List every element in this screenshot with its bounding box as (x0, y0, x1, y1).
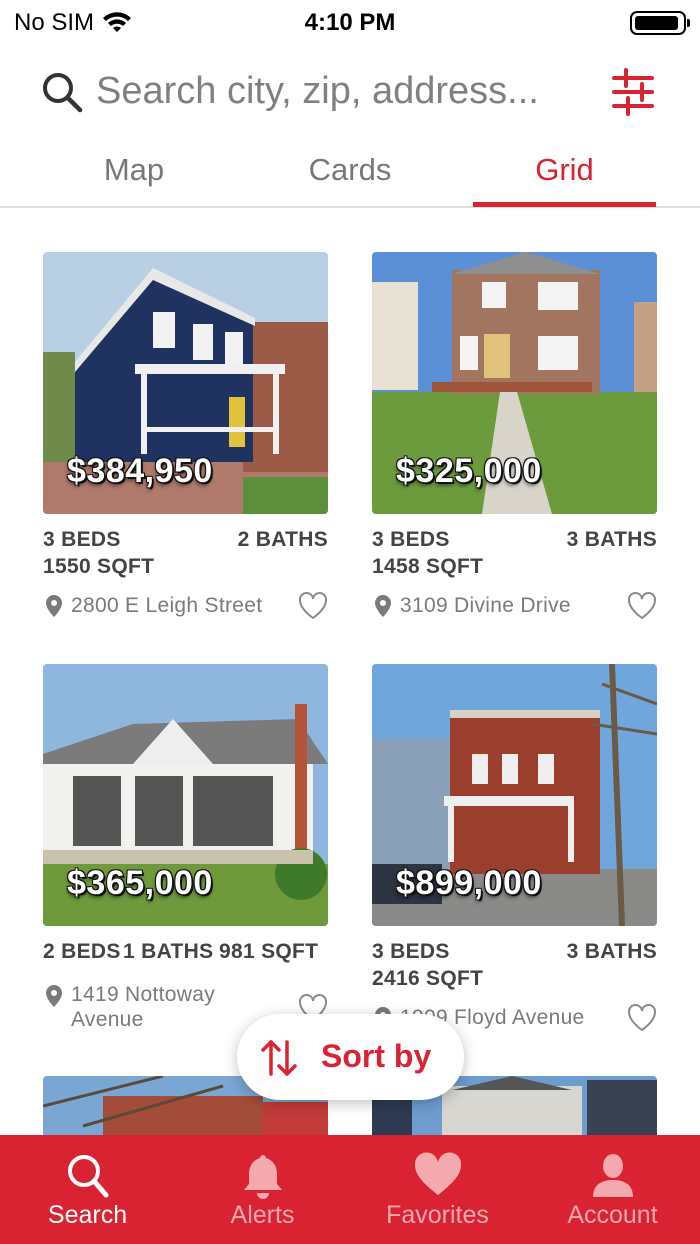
baths-count: 2 BATHS (237, 528, 328, 551)
beds-count: 2 BEDS (43, 940, 121, 963)
listing-address: 1419 Nottoway Avenue (71, 983, 215, 1031)
listing-photo[interactable]: $325,000 (372, 252, 657, 514)
person-icon (593, 1154, 633, 1197)
nav-search[interactable]: Search (0, 1135, 175, 1244)
listing-photo[interactable]: $384,950 (43, 252, 328, 514)
location-pin-icon (46, 985, 62, 1007)
nav-account-label: Account (567, 1201, 658, 1229)
listing-photo[interactable]: $899,000 (372, 664, 657, 926)
nav-favorites[interactable]: Favorites (350, 1135, 525, 1244)
favorite-heart-icon[interactable] (627, 1004, 657, 1032)
beds-count: 3 BEDS (43, 528, 121, 551)
filter-sliders-icon[interactable] (608, 66, 658, 118)
status-bar: No SIM 4:10 PM (0, 0, 700, 46)
location-pin-icon (375, 595, 391, 617)
bottom-nav: Search Alerts Favorites Account (0, 1135, 700, 1244)
active-tab-indicator (473, 202, 656, 207)
tab-cards[interactable]: Cards (250, 152, 450, 188)
heart-icon (414, 1152, 462, 1195)
bell-icon (244, 1155, 282, 1199)
view-tabs: Map Cards Grid (0, 146, 700, 208)
baths-count: 3 BATHS (566, 528, 657, 551)
favorite-heart-icon[interactable] (627, 592, 657, 620)
square-footage: 1458 SQFT (372, 555, 484, 578)
beds-count: 3 BEDS (372, 940, 450, 963)
battery-icon (630, 11, 690, 35)
search-icon (68, 1155, 109, 1198)
baths-count: 1 BATHS (123, 940, 214, 963)
beds-count: 3 BEDS (372, 528, 450, 551)
location-pin-icon (46, 595, 62, 617)
nav-account[interactable]: Account (525, 1135, 700, 1244)
favorite-heart-icon[interactable] (298, 592, 328, 620)
nav-favorites-label: Favorites (386, 1201, 489, 1229)
sort-button[interactable]: Sort by (237, 1014, 464, 1100)
listing-price: $899,000 (396, 864, 542, 902)
search-bar[interactable]: Search city, zip, address... (0, 62, 700, 126)
square-footage: 981 SQFT (219, 940, 319, 963)
listing-price: $384,950 (67, 452, 213, 490)
listing-address: 3109 Divine Drive (400, 594, 571, 617)
listing-price: $325,000 (396, 452, 542, 490)
square-footage: 2416 SQFT (372, 967, 484, 990)
tab-grid[interactable]: Grid (473, 152, 656, 188)
listing-address: 2800 E Leigh Street (71, 594, 263, 617)
nav-alerts-label: Alerts (230, 1201, 295, 1229)
tab-map[interactable]: Map (34, 152, 234, 188)
sort-arrows-icon (261, 1040, 297, 1076)
sort-label: Sort by (321, 1038, 432, 1074)
baths-count: 3 BATHS (566, 940, 657, 963)
search-input[interactable]: Search city, zip, address... (96, 70, 539, 113)
listing-photo[interactable]: $365,000 (43, 664, 328, 926)
square-footage: 1550 SQFT (43, 555, 155, 578)
clock: 4:10 PM (304, 9, 396, 36)
listing-price: $365,000 (67, 864, 213, 902)
search-icon (43, 73, 83, 113)
nav-alerts[interactable]: Alerts (175, 1135, 350, 1244)
nav-search-label: Search (47, 1201, 128, 1229)
